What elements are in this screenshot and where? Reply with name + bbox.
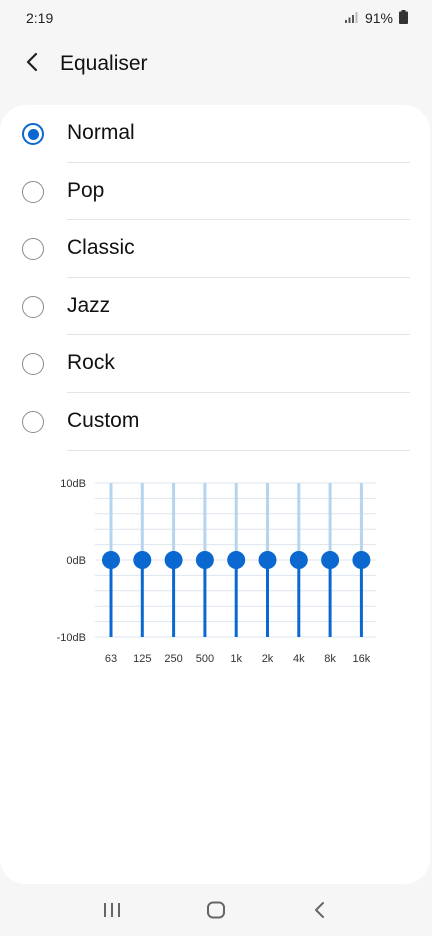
band-label: 4k <box>293 653 305 663</box>
back-icon <box>313 901 327 924</box>
equalizer-svg: 10dB 0dB -10dB 63 125 250 500 1k 2k 4k 8k 16k <box>57 478 376 663</box>
page-title: Equaliser <box>60 52 148 75</box>
preset-label: Custom <box>67 408 140 432</box>
back-button[interactable] <box>8 39 58 89</box>
y-axis-label: 10dB <box>60 478 86 490</box>
preset-label: Normal <box>67 121 135 144</box>
radio-button[interactable] <box>22 180 44 203</box>
preset-item-jazz[interactable]: Jazz <box>0 278 430 336</box>
preset-label: Classic <box>67 236 135 260</box>
preset-label: Pop <box>67 178 105 202</box>
band-label: 1k <box>230 653 242 663</box>
radio-button[interactable] <box>22 123 44 145</box>
band-slider-knob[interactable] <box>195 551 214 569</box>
battery-percent: 91% <box>364 10 393 26</box>
home-button[interactable] <box>186 890 246 934</box>
band-label: 2k <box>262 653 274 663</box>
equaliser-card: Normal Pop Classic Jazz Rock Custom 10dB… <box>0 105 430 884</box>
band-slider-knob[interactable] <box>164 551 183 569</box>
radio-button[interactable] <box>22 238 44 261</box>
preset-label: Jazz <box>67 293 111 317</box>
band-label: 500 <box>196 653 214 663</box>
preset-label: Rock <box>67 351 115 375</box>
preset-item-classic[interactable]: Classic <box>0 220 430 278</box>
status-bar: 2:19 91% <box>0 0 432 36</box>
divider <box>67 449 410 451</box>
band-slider-knob[interactable] <box>321 551 340 569</box>
preset-item-rock[interactable]: Rock <box>0 335 430 393</box>
y-axis-label: -10dB <box>57 632 86 644</box>
battery-icon <box>399 9 408 27</box>
home-icon <box>206 901 226 924</box>
status-time: 2:19 <box>26 10 54 26</box>
recents-button[interactable] <box>82 890 142 934</box>
equalizer-graph: 10dB 0dB -10dB 63 125 250 500 1k 2k 4k 8k 16k <box>0 473 430 663</box>
y-axis-label: 0dB <box>66 555 86 567</box>
nav-back-button[interactable] <box>290 890 350 934</box>
status-right: 91% <box>344 9 408 27</box>
preset-list: Normal Pop Classic Jazz Rock Custom <box>0 105 430 451</box>
signal-icon <box>344 10 359 26</box>
band-slider-knob[interactable] <box>102 551 120 569</box>
preset-item-normal[interactable]: Normal <box>0 105 430 163</box>
band-label: 250 <box>164 653 182 663</box>
recents-icon <box>103 902 121 923</box>
band-slider-knob[interactable] <box>227 551 246 569</box>
band-slider-knob[interactable] <box>352 551 371 569</box>
band-slider-knob[interactable] <box>258 551 277 569</box>
radio-button[interactable] <box>22 410 44 433</box>
radio-button[interactable] <box>22 295 44 318</box>
band-label: 63 <box>105 653 117 663</box>
preset-item-custom[interactable]: Custom <box>0 393 430 451</box>
band-label: 16k <box>353 653 371 663</box>
app-bar: Equaliser <box>0 36 432 92</box>
chevron-left-icon <box>24 52 42 77</box>
band-label: 8k <box>324 653 336 663</box>
band-label: 125 <box>133 653 151 663</box>
band-slider-knob[interactable] <box>133 551 152 569</box>
band-slider-knob[interactable] <box>289 551 308 569</box>
radio-button[interactable] <box>22 353 44 376</box>
navigation-bar <box>0 888 432 936</box>
preset-item-pop[interactable]: Pop <box>0 163 430 221</box>
